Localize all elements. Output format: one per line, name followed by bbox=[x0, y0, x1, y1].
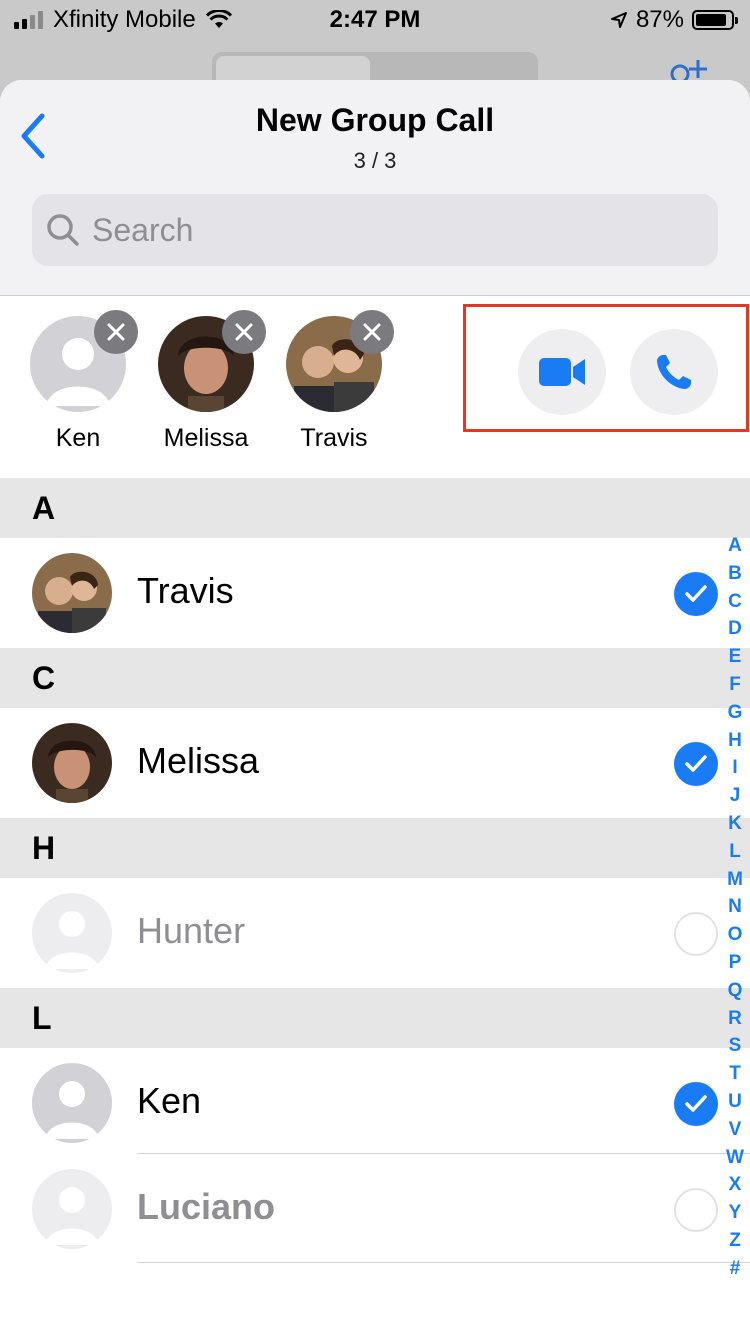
index-letter[interactable]: F bbox=[722, 671, 748, 699]
contact-name: Luciano bbox=[137, 1186, 276, 1227]
index-letter[interactable]: B bbox=[722, 560, 748, 588]
remove-travis-button[interactable] bbox=[350, 310, 394, 354]
page-title: New Group Call bbox=[255, 102, 495, 138]
contact-row-luciano[interactable]: Luciano bbox=[0, 1154, 750, 1264]
checkmark-icon bbox=[674, 742, 718, 786]
contact-name: Travis bbox=[137, 570, 234, 611]
index-letter[interactable]: E bbox=[722, 643, 748, 671]
index-letter[interactable]: G bbox=[722, 699, 748, 727]
checkmark-icon bbox=[674, 572, 718, 616]
index-letter[interactable]: A bbox=[722, 532, 748, 560]
index-letter[interactable]: K bbox=[722, 810, 748, 838]
index-letter[interactable]: X bbox=[722, 1171, 748, 1199]
location-arrow-icon bbox=[610, 12, 627, 28]
new-group-call-sheet: New Group Call 3 / 3 Search Ken Melissa … bbox=[0, 80, 750, 1334]
index-letter[interactable]: J bbox=[722, 782, 748, 810]
index-letter[interactable]: H bbox=[722, 727, 748, 755]
index-letter[interactable]: V bbox=[722, 1116, 748, 1144]
selected-name: Travis bbox=[300, 424, 368, 452]
contact-name: Hunter bbox=[137, 910, 246, 951]
contact-row-hunter[interactable]: Hunter bbox=[0, 878, 750, 988]
section-header-a: A bbox=[0, 478, 750, 538]
contact-name: Ken bbox=[137, 1080, 202, 1121]
section-header-h: H bbox=[0, 818, 750, 878]
selected-contacts: Ken Melissa Travis bbox=[0, 296, 750, 478]
selected-chip-ken: Ken bbox=[30, 310, 138, 452]
index-letter[interactable]: Z bbox=[722, 1227, 748, 1255]
index-letter[interactable]: R bbox=[722, 1005, 748, 1033]
contact-name: Melissa bbox=[137, 740, 260, 781]
index-letter[interactable]: C bbox=[722, 588, 748, 616]
call-buttons-highlight bbox=[463, 304, 749, 432]
unchecked-circle-icon bbox=[674, 1188, 718, 1232]
avatar bbox=[32, 723, 112, 803]
index-letter[interactable]: N bbox=[722, 893, 748, 921]
index-letter[interactable]: W bbox=[722, 1144, 748, 1172]
remove-melissa-button[interactable] bbox=[222, 310, 266, 354]
status-bar: Xfinity Mobile 2:47 PM 87% bbox=[0, 0, 750, 44]
close-icon bbox=[107, 323, 125, 341]
index-letter[interactable]: L bbox=[722, 838, 748, 866]
contact-row-melissa[interactable]: Melissa bbox=[0, 708, 750, 818]
checkmark-icon bbox=[674, 1082, 718, 1126]
contact-row-travis[interactable]: Travis bbox=[0, 538, 750, 648]
index-letter[interactable]: U bbox=[722, 1088, 748, 1116]
index-letter[interactable]: S bbox=[722, 1032, 748, 1060]
battery-percent: 87% bbox=[635, 6, 684, 33]
audio-call-button[interactable] bbox=[630, 329, 718, 415]
index-letter[interactable]: Y bbox=[722, 1199, 748, 1227]
section-index[interactable]: A B C D E F G H I J K L M N O P Q R S T U V W X Y Z # bbox=[722, 532, 748, 1283]
battery-icon bbox=[692, 10, 738, 30]
contact-row-ken[interactable]: Ken bbox=[0, 1048, 750, 1158]
video-call-button[interactable] bbox=[518, 329, 606, 415]
video-camera-icon bbox=[539, 358, 585, 386]
index-letter[interactable]: D bbox=[722, 615, 748, 643]
phone-icon bbox=[657, 355, 691, 389]
close-icon bbox=[363, 323, 381, 341]
avatar bbox=[32, 553, 112, 633]
index-letter[interactable]: # bbox=[722, 1255, 748, 1283]
section-header-l: L bbox=[0, 988, 750, 1048]
index-letter[interactable]: O bbox=[722, 921, 748, 949]
index-letter[interactable]: P bbox=[722, 949, 748, 977]
avatar bbox=[32, 1063, 112, 1143]
index-letter[interactable]: Q bbox=[722, 977, 748, 1005]
selection-count: 3 / 3 bbox=[353, 148, 397, 173]
search-input[interactable]: Search bbox=[32, 194, 718, 266]
index-letter[interactable]: I bbox=[722, 754, 748, 782]
remove-ken-button[interactable] bbox=[94, 310, 138, 354]
row-divider bbox=[137, 1262, 750, 1263]
sheet-header: New Group Call 3 / 3 Search bbox=[0, 80, 750, 296]
index-letter[interactable]: T bbox=[722, 1060, 748, 1088]
selected-chip-melissa: Melissa bbox=[158, 310, 266, 452]
search-icon bbox=[47, 214, 79, 246]
section-header-c: C bbox=[0, 648, 750, 708]
close-icon bbox=[235, 323, 253, 341]
avatar bbox=[32, 893, 112, 973]
unchecked-circle-icon bbox=[674, 912, 718, 956]
search-placeholder: Search bbox=[92, 211, 194, 248]
avatar bbox=[32, 1169, 112, 1249]
index-letter[interactable]: M bbox=[722, 866, 748, 894]
selected-chip-travis: Travis bbox=[286, 310, 394, 452]
